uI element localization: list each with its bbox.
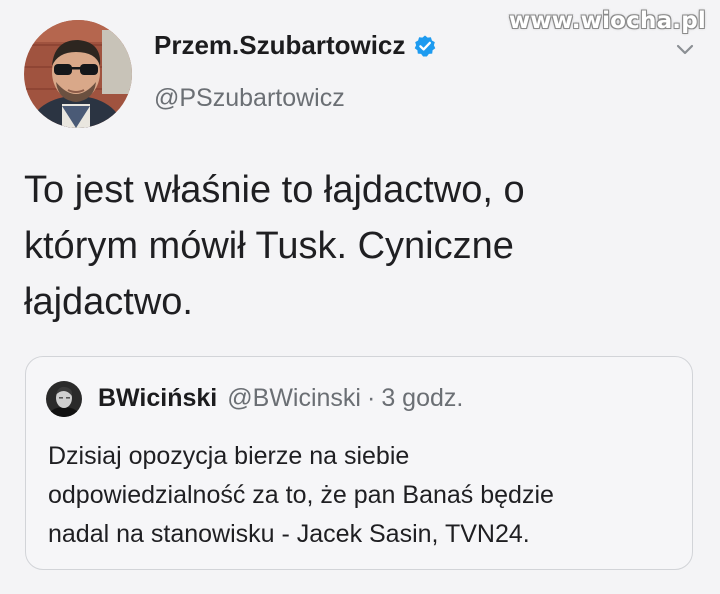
- quoted-text: Dzisiaj opozycja bierze na siebie odpowi…: [48, 437, 678, 554]
- profile-photo-icon: [46, 381, 82, 417]
- tweet-screenshot: www.wiocha.pl Przem.Szubartowicz @PSzuba…: [0, 0, 720, 594]
- quoted-handle[interactable]: @BWicinski: [227, 384, 361, 413]
- tweet-text: To jest właśnie to łajdactwo, o którym m…: [24, 162, 684, 330]
- quoted-header: BWiciński @BWicinski · 3 godz.: [98, 384, 463, 413]
- quoted-text-line: nadal na stanowisku - Jacek Sasin, TVN24…: [48, 520, 530, 548]
- quoted-separator: ·: [366, 384, 376, 412]
- quoted-avatar[interactable]: [46, 381, 82, 417]
- tweet-text-line: łajdactwo.: [24, 281, 193, 323]
- quoted-timestamp[interactable]: 3 godz.: [381, 384, 463, 413]
- verified-badge-icon: [415, 35, 436, 56]
- profile-photo-icon: [24, 20, 132, 128]
- tweet-text-line: którym mówił Tusk. Cyniczne: [24, 225, 514, 267]
- chevron-down-icon[interactable]: [674, 38, 696, 60]
- author-handle[interactable]: @PSzubartowicz: [154, 84, 345, 113]
- quoted-tweet-card[interactable]: BWiciński @BWicinski · 3 godz. Dzisiaj o…: [25, 356, 693, 570]
- quoted-text-line: Dzisiaj opozycja bierze na siebie: [48, 442, 410, 470]
- quoted-text-line: odpowiedzialność za to, że pan Banaś będ…: [48, 481, 554, 509]
- author-display-name[interactable]: Przem.Szubartowicz: [154, 30, 405, 61]
- quoted-display-name[interactable]: BWiciński: [98, 384, 217, 413]
- watermark: www.wiocha.pl: [508, 8, 706, 34]
- tweet-text-line: To jest właśnie to łajdactwo, o: [24, 169, 525, 211]
- author-name-row[interactable]: Przem.Szubartowicz: [154, 30, 437, 61]
- avatar[interactable]: [24, 20, 132, 128]
